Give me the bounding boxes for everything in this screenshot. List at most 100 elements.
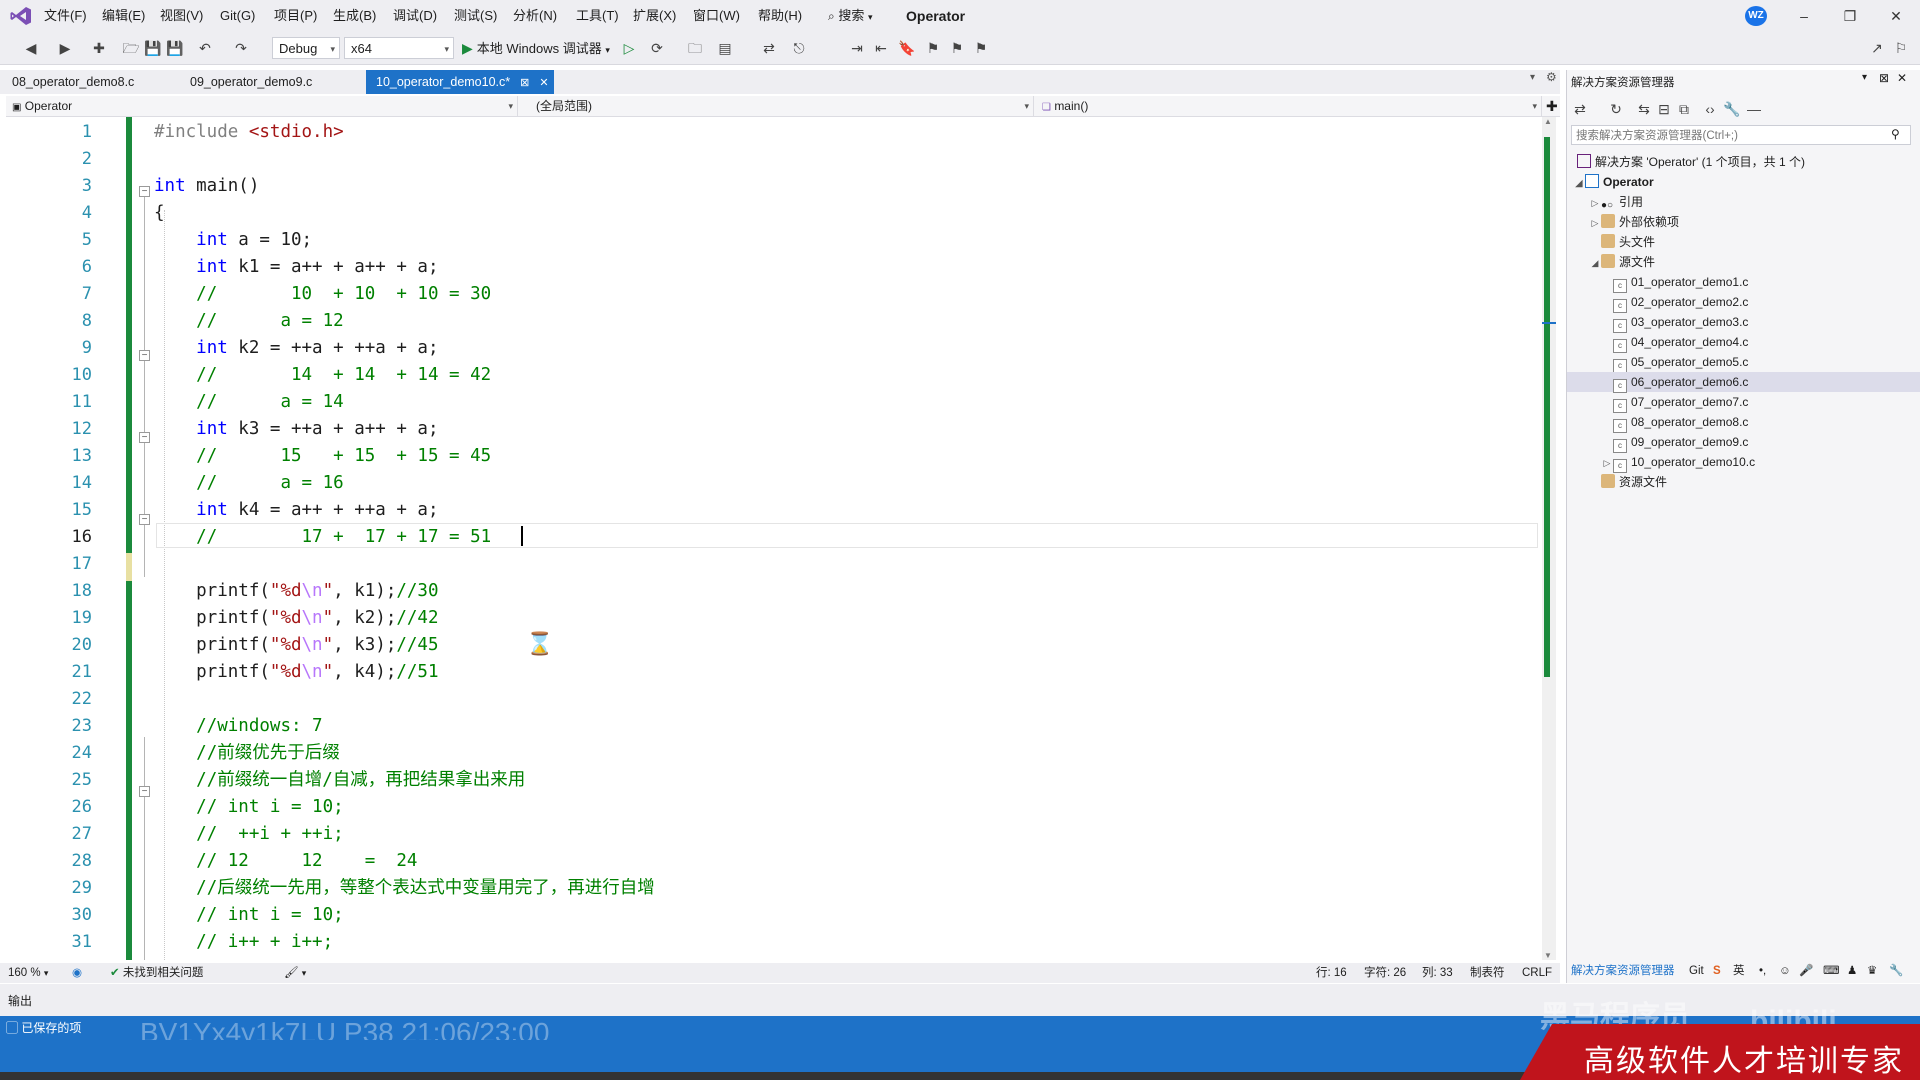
outdent-icon[interactable]: ⇤: [872, 39, 890, 57]
pin-icon[interactable]: ⊠: [520, 77, 529, 89]
undo-icon[interactable]: ↶: [196, 39, 214, 57]
avatar[interactable]: WZ: [1745, 6, 1767, 26]
member-dropdown[interactable]: ❏ main() ▾: [1036, 96, 1542, 116]
code-text[interactable]: {: [154, 200, 165, 227]
code-line[interactable]: 2: [6, 146, 1544, 173]
tab-demo8[interactable]: 08_operator_demo8.c: [2, 70, 144, 94]
code-line[interactable]: 10 // 14 + 14 + 14 = 42: [6, 362, 1544, 389]
code-text[interactable]: // 17 + 17 + 17 = 51: [154, 524, 491, 551]
menu-build[interactable]: 生成(B): [333, 0, 376, 32]
menu-project[interactable]: 项目(P): [274, 0, 317, 32]
code-text[interactable]: // ++i + ++i;: [154, 821, 344, 848]
scope-dropdown[interactable]: (全局范围) ▾: [530, 96, 1034, 116]
code-line[interactable]: 13 // 15 + 15 + 15 = 45: [6, 443, 1544, 470]
tab-solution-explorer[interactable]: 解决方案资源管理器: [1571, 960, 1675, 982]
code-editor[interactable]: − − − − − 1 #include <stdio.h> 2 3 int main(…: [6, 117, 1544, 960]
ime-lang-icon[interactable]: 英: [1733, 960, 1745, 982]
code-line[interactable]: 22: [6, 686, 1544, 713]
tree-file-item[interactable]: c 06_operator_demo6.c: [1567, 372, 1920, 393]
settings-gear-icon[interactable]: ⚙: [1546, 70, 1557, 84]
menu-debug[interactable]: 调试(D): [393, 0, 437, 32]
tree-project[interactable]: ◢ Operator: [1567, 172, 1920, 192]
search-icon[interactable]: ⚲: [1891, 127, 1900, 141]
code-text[interactable]: int main(): [154, 173, 259, 200]
code-line[interactable]: 9 int k2 = ++a + ++a + a;: [6, 335, 1544, 362]
save-icon[interactable]: 💾: [144, 39, 162, 57]
open-folder-icon[interactable]: 🗁: [122, 39, 140, 57]
char-indicator[interactable]: 字符: 26: [1364, 963, 1406, 983]
code-text[interactable]: #include <stdio.h>: [154, 119, 344, 146]
code-text[interactable]: // int i = 10;: [154, 794, 344, 821]
tree-file-item[interactable]: c 03_operator_demo3.c: [1567, 312, 1920, 333]
tree-external-deps[interactable]: ▷ 外部依赖项: [1567, 212, 1920, 232]
code-line[interactable]: 28 // 12 12 = 24: [6, 848, 1544, 875]
tree-resources[interactable]: 资源文件: [1567, 472, 1920, 492]
code-line[interactable]: 14 // a = 16: [6, 470, 1544, 497]
step-icon[interactable]: ⇄: [760, 39, 778, 57]
collapsed-arrow-icon[interactable]: ▷: [1601, 453, 1613, 473]
menu-tools[interactable]: 工具(T): [576, 0, 619, 32]
view-code-icon[interactable]: ‹›: [1701, 100, 1719, 118]
tree-references[interactable]: ▷ ●○ 引用: [1567, 192, 1920, 212]
forward-icon[interactable]: ▶: [56, 39, 74, 57]
code-text[interactable]: //前缀优先于后缀: [154, 740, 340, 767]
output-label[interactable]: 输出: [8, 992, 32, 1009]
minimize-icon[interactable]: –: [1782, 0, 1826, 32]
tree-file-item[interactable]: c 07_operator_demo7.c: [1567, 392, 1920, 413]
back-icon[interactable]: ◀: [22, 39, 40, 57]
menu-file[interactable]: 文件(F): [44, 0, 87, 32]
user-icon[interactable]: ♟: [1847, 960, 1857, 982]
code-line[interactable]: 8 // a = 12: [6, 308, 1544, 335]
start-without-debugging-icon[interactable]: ▷: [620, 39, 638, 57]
code-text[interactable]: //前缀统一自增/自减，再把结果拿出来用: [154, 767, 525, 794]
menu-analyze[interactable]: 分析(N): [513, 0, 557, 32]
properties-wrench-icon[interactable]: 🔧: [1723, 100, 1741, 118]
code-text[interactable]: // i++ + i++;: [154, 929, 333, 956]
tab-demo9[interactable]: 09_operator_demo9.c: [180, 70, 322, 94]
expanded-arrow-icon[interactable]: ◢: [1589, 253, 1601, 273]
code-text[interactable]: // int i = 10;: [154, 902, 344, 929]
code-text[interactable]: // a = 12: [154, 308, 344, 335]
copilot-icon[interactable]: ◉: [72, 963, 82, 983]
code-text[interactable]: printf("%d\n", k3);//45: [154, 632, 438, 659]
code-line[interactable]: 12 int k3 = ++a + a++ + a;: [6, 416, 1544, 443]
indent-icon[interactable]: ⇥: [848, 39, 866, 57]
scroll-down-icon[interactable]: ▼: [1544, 951, 1552, 960]
tree-file-item[interactable]: c 02_operator_demo2.c: [1567, 292, 1920, 313]
tree-sources[interactable]: ◢ 源文件: [1567, 252, 1920, 272]
code-line[interactable]: 3 int main(): [6, 173, 1544, 200]
code-line[interactable]: 16 // 17 + 17 + 17 = 51: [6, 524, 1544, 551]
code-text[interactable]: //windows: 7: [154, 713, 322, 740]
shirt-icon[interactable]: ♛: [1867, 960, 1877, 982]
close-icon[interactable]: ✕: [1874, 0, 1918, 32]
save-all-icon[interactable]: 💾: [166, 39, 184, 57]
collapsed-arrow-icon[interactable]: ▷: [1589, 213, 1601, 233]
tree-file-item[interactable]: c 01_operator_demo1.c: [1567, 272, 1920, 293]
code-line[interactable]: 4{: [6, 200, 1544, 227]
menu-help[interactable]: 帮助(H): [758, 0, 802, 32]
code-text[interactable]: // 15 + 15 + 15 = 45: [154, 443, 491, 470]
eol-indicator[interactable]: CRLF: [1522, 963, 1552, 983]
chevron-down-icon[interactable]: ▾: [1862, 72, 1867, 83]
code-text[interactable]: printf("%d\n", k4);//51: [154, 659, 438, 686]
new-project-icon[interactable]: ✚: [90, 39, 108, 57]
code-text[interactable]: int k2 = ++a + ++a + a;: [154, 335, 438, 362]
ime-icon[interactable]: S: [1713, 960, 1721, 982]
issues-indicator[interactable]: ✔ 未找到相关问题: [110, 963, 203, 983]
code-text[interactable]: //后缀统一先用，等整个表达式中变量用完了，再进行自增: [154, 875, 655, 902]
menu-edit[interactable]: 编辑(E): [102, 0, 145, 32]
code-line[interactable]: 21 printf("%d\n", k4);//51: [6, 659, 1544, 686]
code-line[interactable]: 19 printf("%d\n", k2);//42: [6, 605, 1544, 632]
menu-git[interactable]: Git(G): [220, 0, 255, 32]
zoom-dropdown[interactable]: 160 % ▾: [8, 963, 48, 983]
tabs-indicator[interactable]: 制表符: [1470, 963, 1505, 983]
search-button[interactable]: ⌕ 搜索 ▾: [828, 4, 873, 28]
menu-test[interactable]: 测试(S): [454, 0, 497, 32]
code-text[interactable]: printf("%d\n", k1);//30: [154, 578, 438, 605]
solution-search-input[interactable]: 搜索解决方案资源管理器(Ctrl+;): [1571, 125, 1911, 145]
tree-solution[interactable]: 解决方案 'Operator' (1 个项目，共 1 个): [1567, 152, 1920, 172]
switch-view-icon[interactable]: ⇆: [1635, 100, 1653, 118]
sync-icon[interactable]: ⇄: [1571, 100, 1589, 118]
tree-file-item[interactable]: c 08_operator_demo8.c: [1567, 412, 1920, 433]
preview-icon[interactable]: —: [1745, 100, 1763, 118]
